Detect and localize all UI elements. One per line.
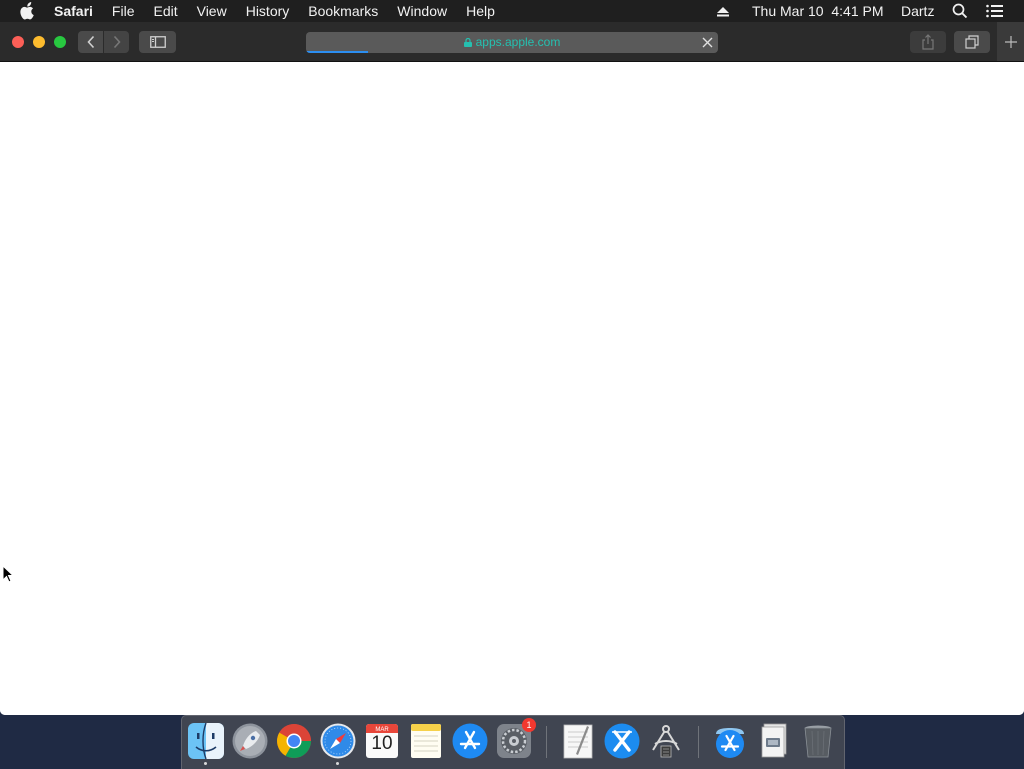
safari-window: apps.apple.com	[0, 22, 1024, 715]
finder-running-indicator	[204, 762, 207, 765]
status-area: Thu Mar 10 4:41 PM Dartz	[704, 0, 1024, 22]
dock-launchpad[interactable]	[231, 722, 269, 760]
notes-icon	[411, 724, 441, 758]
dock-system-preferences[interactable]: 1	[495, 718, 536, 760]
list-icon[interactable]	[985, 0, 1005, 22]
dock: MAR 10 1	[181, 715, 845, 769]
sidebar-icon	[149, 36, 166, 48]
menu-edit[interactable]: Edit	[153, 0, 177, 22]
dock-notes[interactable]	[407, 722, 445, 760]
menu-help[interactable]: Help	[466, 0, 495, 22]
eject-icon[interactable]	[716, 0, 730, 22]
address-url[interactable]: apps.apple.com	[306, 32, 718, 53]
menubar-clock[interactable]: Thu Mar 10 4:41 PM	[752, 0, 884, 22]
dock-chrome[interactable]	[275, 722, 313, 760]
applications-folder-icon	[716, 728, 744, 758]
chrome-icon	[277, 724, 311, 758]
back-button[interactable]	[78, 31, 103, 53]
dock-calendar[interactable]: MAR 10	[363, 722, 401, 760]
lock-icon	[463, 38, 472, 47]
dock-safari[interactable]	[319, 722, 357, 760]
share-icon	[922, 34, 934, 50]
chevron-left-icon	[86, 35, 94, 49]
dock-app-store[interactable]	[451, 722, 489, 760]
stop-loading-icon[interactable]	[701, 36, 714, 49]
new-tab-button[interactable]	[997, 22, 1024, 61]
menu-bar: Safari File Edit View History Bookmarks …	[0, 0, 1024, 22]
downloads-stack-icon	[761, 723, 787, 758]
textedit-icon	[563, 724, 593, 759]
instruments-icon	[652, 725, 680, 758]
forward-button[interactable]	[104, 31, 129, 53]
show-all-tabs-button[interactable]	[954, 31, 990, 53]
apple-icon[interactable]	[19, 2, 35, 20]
close-window-button[interactable]	[12, 36, 24, 48]
share-button[interactable]	[910, 31, 946, 53]
sidebar-toggle-button[interactable]	[139, 31, 176, 53]
menu-file[interactable]: File	[112, 0, 135, 22]
safari-icon	[320, 723, 356, 759]
fullscreen-window-button[interactable]	[54, 36, 66, 48]
dock-instruments[interactable]	[647, 722, 685, 760]
dock-xcode[interactable]	[603, 722, 641, 760]
mouse-cursor-icon	[2, 565, 14, 583]
url-text: apps.apple.com	[475, 35, 561, 49]
dock-separator	[698, 726, 699, 758]
plus-icon	[1004, 35, 1017, 48]
menu-view[interactable]: View	[197, 0, 227, 22]
dock-trash[interactable]	[799, 722, 837, 760]
browser-toolbar: apps.apple.com	[0, 22, 1024, 62]
dock-textedit[interactable]	[559, 722, 597, 760]
launchpad-icon	[232, 723, 268, 759]
dock-downloads-stack[interactable]	[755, 722, 793, 760]
menubar-user[interactable]: Dartz	[901, 0, 934, 22]
search-icon[interactable]	[952, 0, 968, 22]
chevron-right-icon	[113, 35, 121, 49]
calendar-day: 10	[371, 733, 393, 754]
dock-separator	[546, 726, 547, 758]
notification-badge: 1	[522, 718, 536, 732]
dock-applications-folder[interactable]	[711, 722, 749, 760]
finder-icon	[188, 722, 224, 760]
trash-icon	[804, 725, 832, 758]
menu-app-safari[interactable]: Safari	[54, 0, 93, 22]
loading-progress-bar	[306, 51, 368, 53]
menu-window[interactable]: Window	[397, 0, 447, 22]
tabs-overview-icon	[965, 35, 979, 49]
safari-running-indicator	[336, 762, 339, 765]
menu-items: Safari File Edit View History Bookmarks …	[54, 0, 514, 22]
menu-bookmarks[interactable]: Bookmarks	[308, 0, 378, 22]
menu-history[interactable]: History	[246, 0, 290, 22]
app-store-icon	[452, 723, 488, 759]
page-content[interactable]	[0, 62, 1024, 715]
address-bar[interactable]: apps.apple.com	[306, 32, 718, 53]
xcode-icon	[604, 723, 640, 759]
dock-finder[interactable]	[187, 722, 225, 760]
minimize-window-button[interactable]	[33, 36, 45, 48]
